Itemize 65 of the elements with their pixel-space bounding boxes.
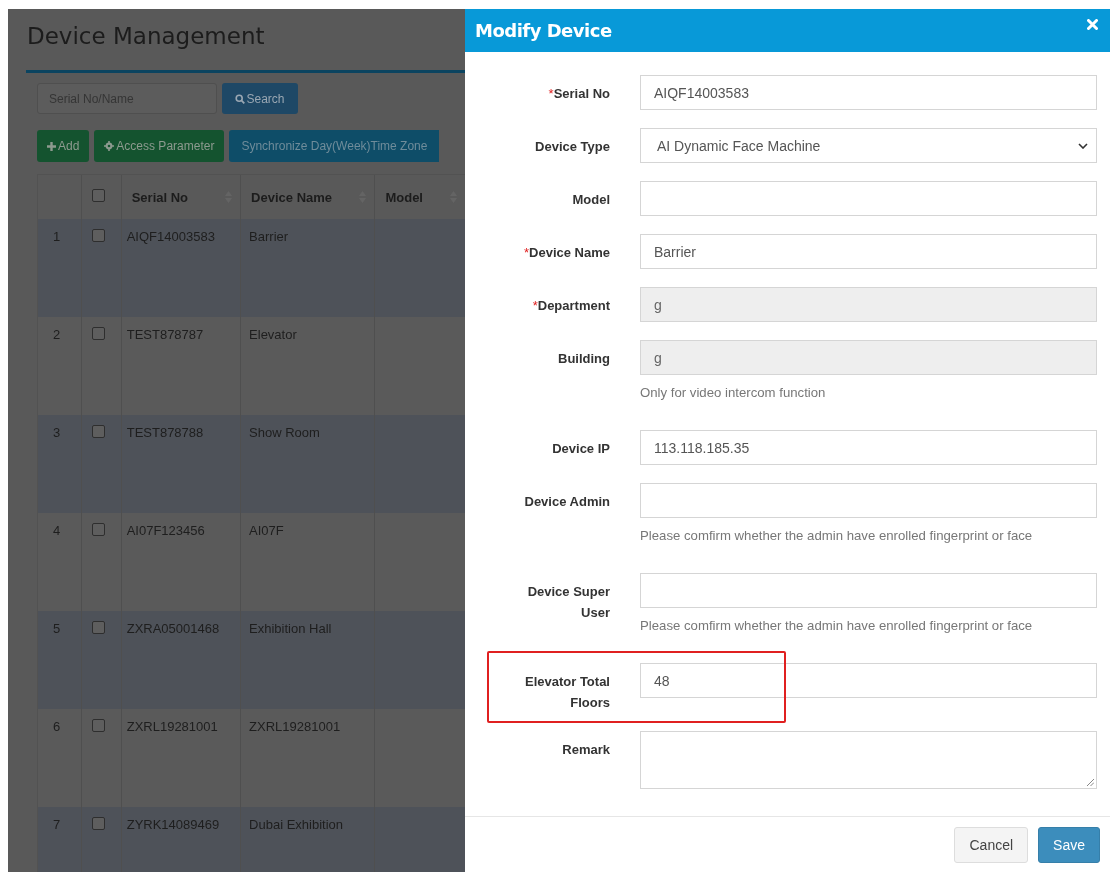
- field-label: Device Type: [535, 138, 610, 156]
- field-label: Device Super User: [526, 583, 610, 622]
- row-checkbox[interactable]: [91, 817, 105, 830]
- input-field[interactable]: [640, 483, 1097, 518]
- table-cell: Dubai Exhibition: [249, 817, 344, 832]
- table-cell: ZYRK14089469: [126, 817, 220, 832]
- input-field[interactable]: Barrier: [640, 234, 1097, 269]
- row-number: 4: [53, 523, 61, 538]
- toolbar-button[interactable]: Add: [37, 130, 90, 162]
- chevron-icon: [1078, 142, 1088, 149]
- select-all-checkbox[interactable]: [91, 189, 105, 202]
- table-cell: AIQF14003583: [126, 229, 215, 244]
- input-field[interactable]: [640, 181, 1097, 216]
- row-checkbox[interactable]: [91, 621, 105, 634]
- remark-textarea[interactable]: [640, 731, 1097, 789]
- field-label: Model: [572, 191, 610, 209]
- table-cell: Elevator: [249, 327, 297, 342]
- dialog-title: Modify Device: [475, 20, 612, 41]
- plus-icon: [47, 141, 56, 151]
- field-label: Remark: [562, 741, 610, 759]
- row-checkbox[interactable]: [91, 327, 105, 340]
- input-field[interactable]: 113.118.185.35: [640, 430, 1097, 465]
- close-icon[interactable]: [1087, 19, 1098, 30]
- gear-icon: [104, 141, 115, 151]
- row-checkbox[interactable]: [91, 523, 105, 536]
- help-text: Only for video intercom function: [640, 385, 827, 400]
- table-cell: AI07F123456: [126, 523, 205, 538]
- table-cell: ZXRL19281001: [249, 719, 341, 734]
- field-label: Building: [558, 350, 610, 368]
- help-text: Please comfirm whether the admin have enrolled fingerprint or face: [640, 618, 1034, 633]
- table-cell: AI07F: [249, 523, 284, 538]
- row-number: 2: [53, 327, 61, 342]
- field-label: *Device Name: [524, 244, 610, 262]
- row-checkbox[interactable]: [91, 229, 105, 242]
- field-label: Elevator Total Floors: [524, 673, 610, 712]
- field-label: *Serial No: [548, 85, 610, 103]
- search-button[interactable]: Search: [222, 83, 298, 114]
- cancel-button[interactable]: Cancel: [954, 826, 1029, 863]
- search-icon: [235, 93, 246, 104]
- row-number: 3: [53, 425, 61, 440]
- input-field[interactable]: 48: [640, 663, 1097, 698]
- input-field[interactable]: [640, 573, 1097, 608]
- table-cell: Show Room: [249, 425, 320, 440]
- row-checkbox[interactable]: [91, 425, 105, 438]
- save-button[interactable]: Save: [1038, 826, 1100, 863]
- toolbar-button[interactable]: Access Parameter: [94, 130, 225, 162]
- dropdown[interactable]: AI Dynamic Face Machine: [640, 128, 1097, 163]
- table-cell: Barrier: [249, 229, 289, 244]
- row-checkbox[interactable]: [91, 719, 105, 732]
- row-number: 7: [53, 817, 61, 832]
- table-cell: TEST878788: [126, 425, 204, 440]
- input-field[interactable]: AIQF14003583: [640, 75, 1097, 110]
- page-title: Device Management: [27, 23, 266, 51]
- field-label: Device Admin: [524, 493, 610, 511]
- table-cell: Exhibition Hall: [249, 621, 332, 636]
- table-cell: TEST878787: [126, 327, 204, 342]
- table-cell: ZXRA05001468: [126, 621, 220, 636]
- field-label: Device IP: [552, 440, 610, 458]
- row-number: 5: [53, 621, 61, 636]
- resize-grip-icon[interactable]: [1087, 779, 1094, 786]
- row-number: 1: [53, 229, 61, 244]
- help-text: Please comfirm whether the admin have enrolled fingerprint or face: [640, 528, 1034, 543]
- row-number: 6: [53, 719, 61, 734]
- field-label: *Department: [532, 297, 610, 315]
- table-cell: ZXRL19281001: [126, 719, 218, 734]
